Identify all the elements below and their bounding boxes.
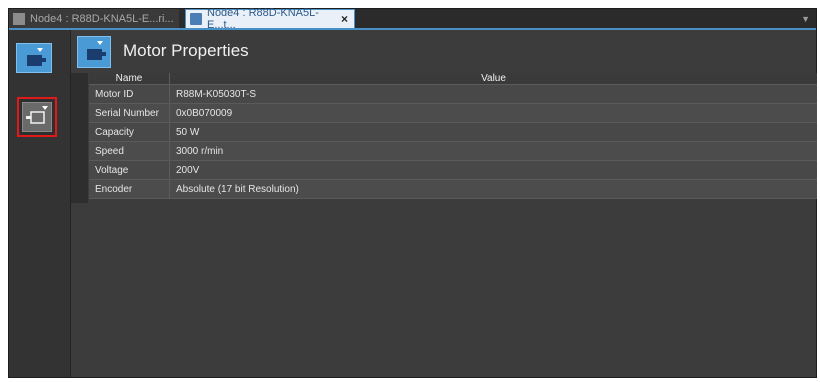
sidebar — [9, 30, 71, 377]
property-name: Motor ID — [89, 84, 170, 104]
close-icon[interactable]: × — [341, 12, 348, 26]
tab-label: Node4 : R88D-KNA5L-E...ri... — [30, 12, 174, 25]
motor-icon — [27, 48, 46, 66]
table-row[interactable]: Serial Number 0x0B070009 — [89, 103, 817, 123]
property-value: 0x0B070009 — [169, 103, 817, 123]
properties-table-container: Name Value Motor ID R88M-K05030T-S Seria… — [71, 73, 817, 203]
tab-label: Node4 : R88D-KNA5L-E...t... — [207, 7, 319, 31]
table-row[interactable]: Encoder Absolute (17 bit Resolution) — [89, 179, 817, 199]
properties-table: Name Value Motor ID R88M-K05030T-S Seria… — [89, 73, 817, 199]
drive-icon — [26, 106, 48, 124]
property-name: Voltage — [89, 160, 170, 180]
motor-icon — [87, 41, 106, 60]
property-name: Encoder — [89, 179, 170, 199]
table-row[interactable]: Capacity 50 W — [89, 122, 817, 142]
sidebar-item-servo-drive[interactable] — [17, 97, 57, 137]
property-name: Serial Number — [89, 103, 170, 123]
property-name: Capacity — [89, 122, 170, 142]
table-row[interactable]: Speed 3000 r/min — [89, 141, 817, 161]
tab-node4-active[interactable]: Node4 : R88D-KNA5L-E...t... × — [185, 7, 355, 31]
motor-properties-header-icon — [77, 36, 111, 68]
property-name: Speed — [89, 141, 170, 161]
property-value: 50 W — [169, 122, 817, 142]
property-value: 200V — [169, 160, 817, 180]
editor-window: Node4 : R88D-KNA5L-E...ri... Node4 : R88… — [8, 7, 817, 378]
chevron-down-icon[interactable]: ▼ — [801, 14, 810, 24]
property-value: R88M-K05030T-S — [169, 84, 817, 104]
column-header-name[interactable]: Name — [89, 73, 170, 85]
sidebar-item-motor-properties[interactable] — [16, 43, 52, 73]
row-header-strip — [71, 73, 88, 203]
property-value: Absolute (17 bit Resolution) — [169, 179, 817, 199]
column-header-value[interactable]: Value — [169, 73, 817, 85]
property-value: 3000 r/min — [169, 141, 817, 161]
tab-node4-inactive[interactable]: Node4 : R88D-KNA5L-E...ri... — [9, 9, 179, 28]
page-title: Motor Properties — [123, 41, 249, 60]
node-icon — [13, 12, 25, 25]
tab-bar: Node4 : R88D-KNA5L-E...ri... Node4 : R88… — [9, 7, 816, 31]
table-row[interactable]: Motor ID R88M-K05030T-S — [89, 84, 817, 104]
motor-tab-icon — [190, 13, 202, 25]
table-row[interactable]: Voltage 200V — [89, 160, 817, 180]
